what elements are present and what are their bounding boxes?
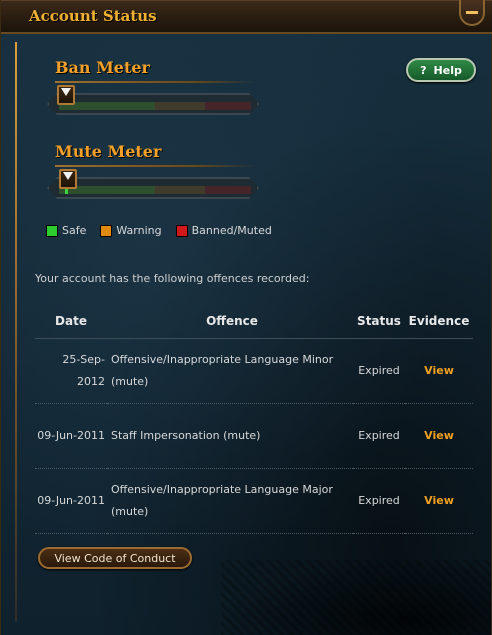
ban-meter-rule [55,81,255,83]
mute-meter-rule [55,165,255,167]
account-status-panel: Account Status Ban Meter Mute Meter Safe… [0,0,492,635]
mute-meter [47,177,259,199]
meter-legend: Safe Warning Banned/Muted [46,224,272,237]
safe-swatch-icon [46,224,58,237]
view-evidence-link[interactable]: View [424,364,454,377]
offences-table: Date Offence Status Evidence 25-Sep-2012… [35,304,473,534]
mute-meter-pointer-icon [59,169,77,189]
banned-swatch-icon [175,224,188,237]
view-evidence-link[interactable]: View [424,494,454,507]
row-status: Expired [353,403,405,469]
decorative-texture [221,560,491,635]
table-header-row: Date Offence Status Evidence [35,304,473,339]
warning-swatch-icon [100,224,113,237]
title-bar: Account Status [1,0,492,34]
row-offence: Offensive/Inappropriate Language Minor (… [107,338,353,404]
question-mark-icon: ? [420,63,427,77]
offences-intro: Your account has the following offences … [35,272,310,285]
legend-warning: Warning [100,224,162,237]
row-offence: Staff Impersonation (mute) [107,403,353,469]
legend-safe: Safe [46,224,86,237]
row-date: 09-Jun-2011 [35,403,107,469]
row-status: Expired [353,468,405,534]
header-status: Status [353,304,405,339]
row-date: 25-Sep-2012 [35,338,107,404]
help-button[interactable]: ? Help [406,58,476,82]
minimize-button[interactable] [459,0,485,26]
header-evidence: Evidence [405,304,473,339]
header-offence: Offence [107,304,353,339]
header-date: Date [35,304,107,339]
panel-title: Account Status [29,7,157,25]
view-evidence-link[interactable]: View [424,429,454,442]
legend-banned: Banned/Muted [175,224,272,237]
row-date: 09-Jun-2011 [35,468,107,534]
ban-meter-pointer-icon [57,85,75,105]
table-row: 09-Jun-2011 Staff Impersonation (mute) E… [35,403,473,469]
row-offence: Offensive/Inappropriate Language Major (… [107,468,353,534]
table-row: 09-Jun-2011 Offensive/Inappropriate Lang… [35,468,473,534]
view-code-of-conduct-button[interactable]: View Code of Conduct [38,547,192,569]
row-status: Expired [353,338,405,404]
help-button-label: Help [433,63,462,77]
decorative-rail [15,42,17,622]
table-row: 25-Sep-2012 Offensive/Inappropriate Lang… [35,338,473,404]
ban-meter-title: Ban Meter [55,58,150,77]
ban-meter [47,93,259,115]
mute-meter-title: Mute Meter [55,142,162,161]
minus-icon [466,10,478,14]
